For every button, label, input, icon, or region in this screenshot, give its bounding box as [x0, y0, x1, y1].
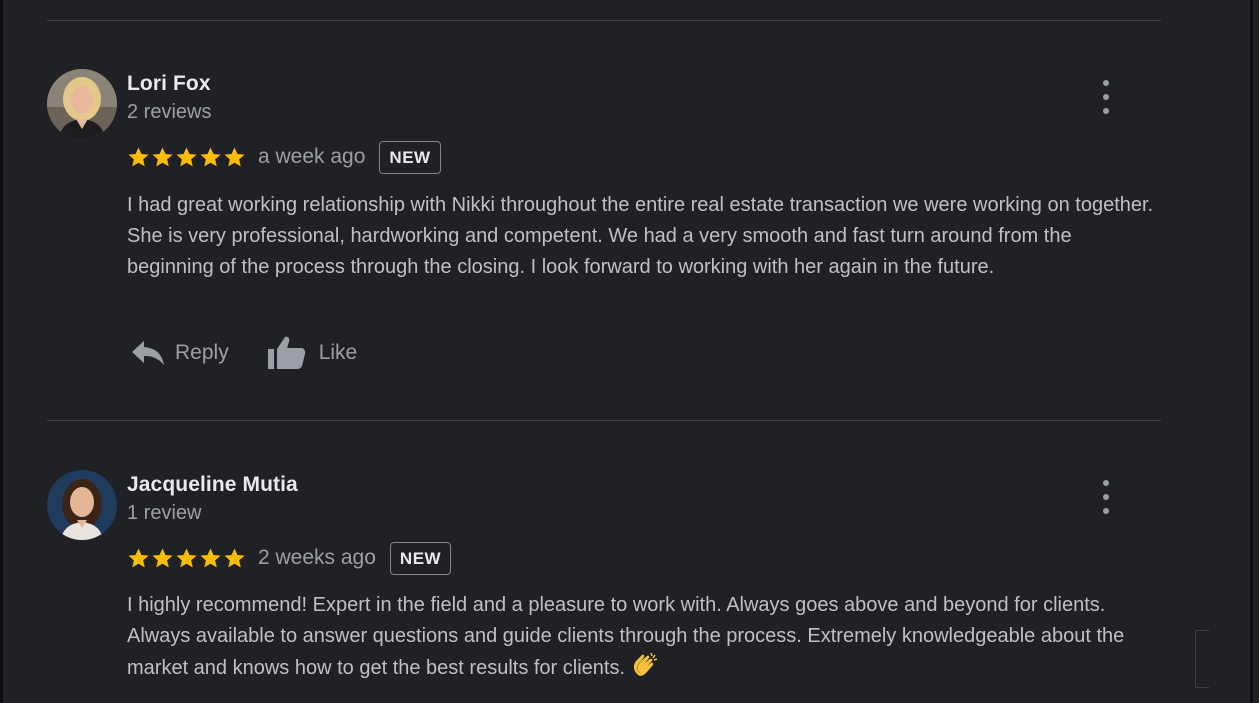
new-badge: NEW	[389, 541, 452, 575]
star-icon	[152, 547, 173, 567]
review-text: I highly recommend! Expert in the field …	[127, 590, 1162, 688]
thumbs-up-icon	[267, 335, 307, 371]
star-icon	[200, 547, 221, 567]
star-rating	[127, 146, 246, 169]
avatar-photo-icon[interactable]	[47, 470, 117, 540]
like-label: Like	[318, 341, 358, 364]
divider	[47, 20, 1161, 21]
reply-label: Reply	[175, 341, 229, 364]
star-icon	[176, 547, 197, 567]
rating-row: 2 weeks ago NEW	[127, 541, 452, 575]
star-icon	[152, 146, 173, 166]
scrollbar-thumb[interactable]	[1195, 630, 1209, 688]
review-time: 2 weeks ago	[258, 546, 376, 569]
new-badge: NEW	[379, 140, 441, 174]
star-icon	[224, 547, 245, 567]
reviewer-name[interactable]: Lori Fox	[127, 72, 211, 96]
star-icon	[128, 146, 149, 166]
star-icon	[224, 146, 245, 166]
star-rating	[127, 547, 246, 570]
rating-row: a week ago NEW	[127, 140, 441, 174]
review-text-content: I highly recommend! Expert in the field …	[127, 594, 1125, 679]
more-vertical-icon[interactable]	[1096, 480, 1116, 514]
divider	[47, 420, 1161, 421]
review-actions: Reply Like	[131, 335, 357, 371]
star-icon	[128, 547, 149, 567]
star-icon	[200, 146, 221, 166]
like-button[interactable]: Like	[267, 335, 358, 371]
review-time: a week ago	[258, 145, 366, 168]
reply-button[interactable]: Reply	[131, 339, 229, 367]
avatar-photo-icon[interactable]	[47, 69, 117, 139]
reply-icon	[131, 339, 165, 367]
reviewer-review-count[interactable]: 1 review	[127, 502, 201, 525]
star-icon	[176, 146, 197, 166]
reviewer-name[interactable]: Jacqueline Mutia	[127, 473, 298, 497]
more-vertical-icon[interactable]	[1096, 80, 1116, 114]
reviewer-review-count[interactable]: 2 reviews	[127, 101, 211, 124]
reviews-panel: Lori Fox 2 reviews a week ago NEW I had …	[0, 0, 1253, 703]
clapping-hands-icon	[631, 652, 659, 688]
review-text: I had great working relationship with Ni…	[127, 194, 1154, 278]
